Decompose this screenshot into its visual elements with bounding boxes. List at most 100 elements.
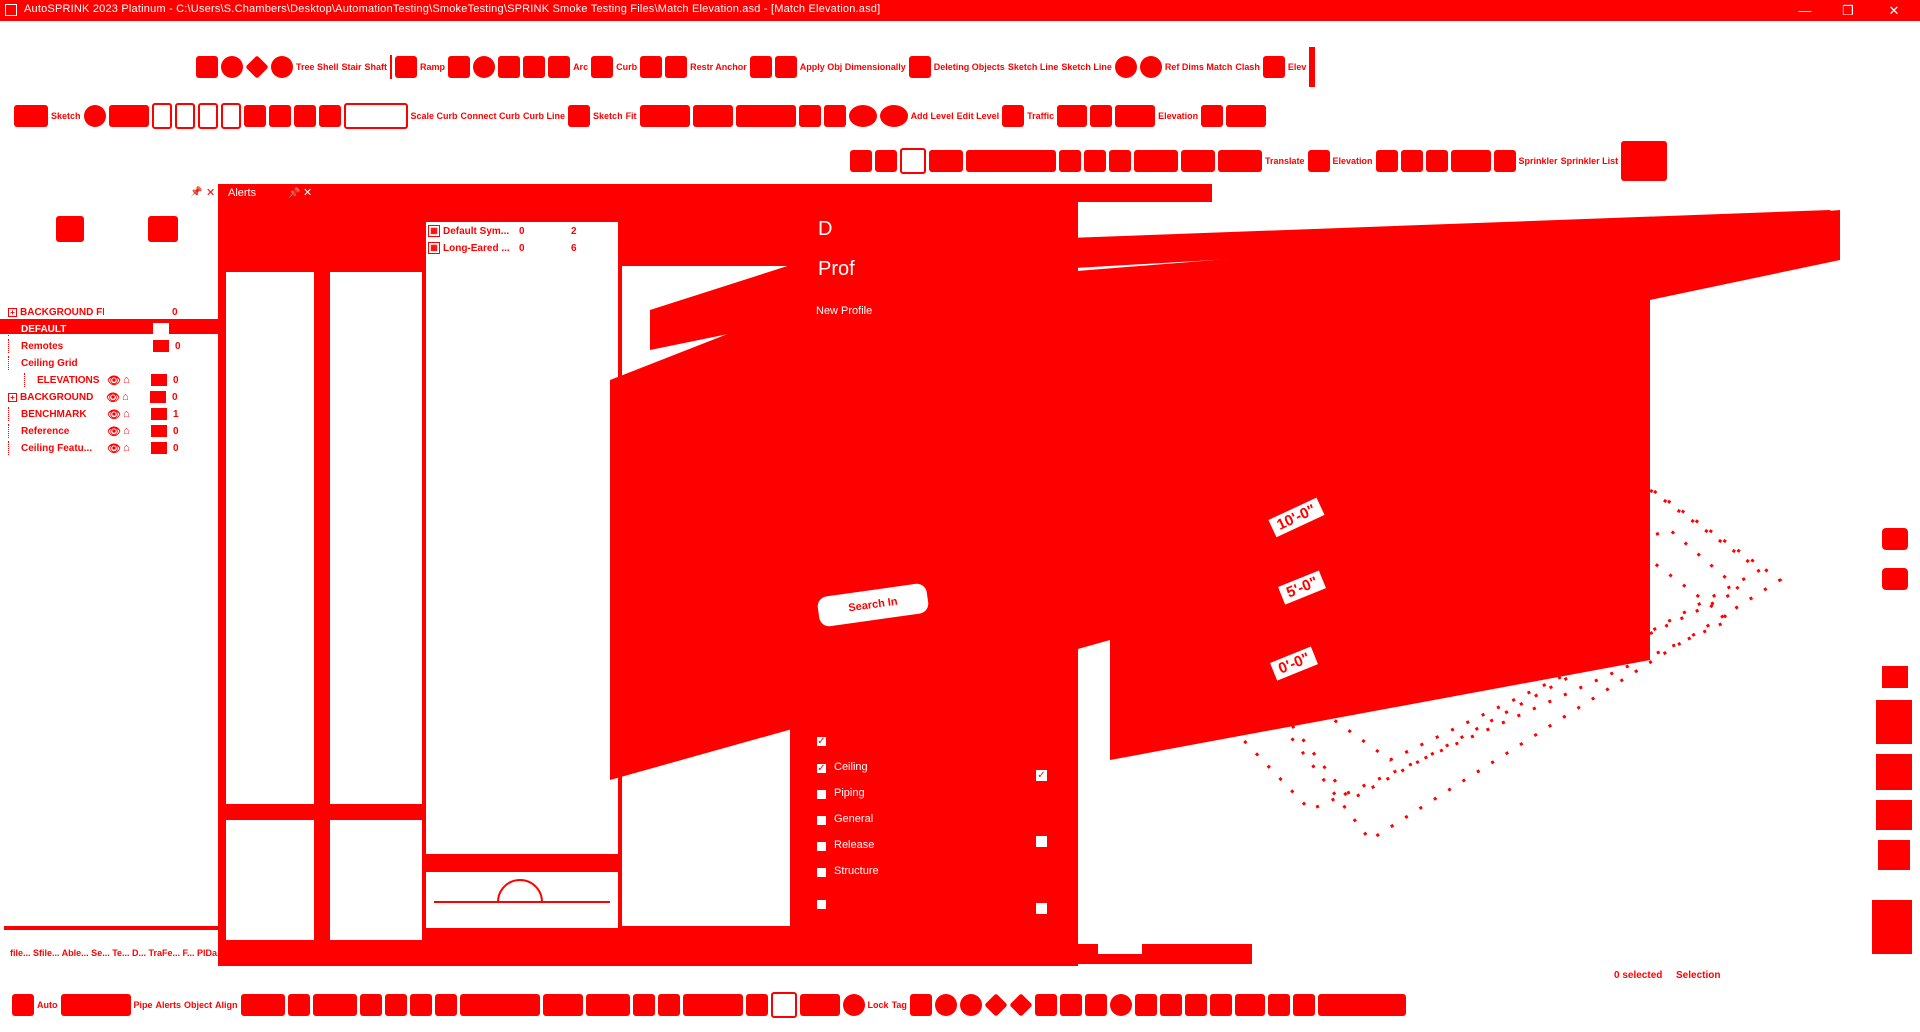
color-swatch[interactable] (151, 408, 167, 420)
tool-label[interactable]: Connect Curb (461, 111, 521, 121)
grid-icon[interactable] (243, 105, 266, 127)
sheet-icon[interactable] (1201, 105, 1224, 127)
color-swatch[interactable] (153, 340, 169, 352)
segment-icon[interactable] (1057, 105, 1088, 127)
document-tabs[interactable]: file... Sfile... Able... Se... Te... D..… (10, 948, 222, 958)
arrow-icon[interactable] (268, 105, 291, 127)
elevation-icon[interactable] (1115, 105, 1156, 127)
sketch-icon[interactable] (14, 105, 48, 127)
color-swatch[interactable] (151, 425, 167, 437)
arc-icon[interactable] (591, 56, 614, 78)
tool-label[interactable]: Curb (616, 62, 637, 72)
expand-icon[interactable]: + (8, 307, 17, 317)
block-icon[interactable] (448, 56, 471, 78)
pipe-run-icon[interactable] (639, 105, 690, 127)
layer-row[interactable]: Remotes 0 (8, 339, 189, 353)
close-icon[interactable]: ✕ (206, 186, 215, 199)
option-checkbox-right[interactable]: ✓ (1036, 770, 1047, 781)
bracket-icon[interactable] (343, 103, 408, 129)
tool-label[interactable]: Sketch Line (1008, 62, 1059, 72)
target-icon[interactable] (934, 994, 957, 1016)
stamp-icon[interactable] (196, 56, 218, 78)
anchor-icon[interactable] (434, 994, 457, 1016)
fitting-icon[interactable] (692, 105, 733, 127)
gear-icon[interactable] (1084, 994, 1107, 1016)
option-checkbox[interactable] (816, 789, 827, 800)
expand-icon[interactable]: + (8, 392, 17, 402)
document-icon[interactable] (12, 994, 34, 1016)
tool-label[interactable]: Add Level (911, 111, 954, 121)
frame-icon[interactable] (220, 103, 241, 129)
anchor-icon[interactable] (640, 56, 663, 78)
stair-icon[interactable] (395, 56, 418, 78)
tool-label[interactable]: Alerts (156, 1000, 182, 1010)
zoom-icon[interactable] (1109, 994, 1132, 1016)
symbol-row[interactable]: ▦ Default Sym... 0 2 (428, 224, 591, 238)
layer-row[interactable]: Ceiling Grid (8, 356, 105, 370)
edit-layer-icon[interactable] (148, 216, 178, 242)
panel-icon[interactable] (1876, 754, 1912, 790)
circle-icon[interactable] (879, 105, 908, 127)
eye-icon[interactable]: 👁 (107, 408, 123, 421)
hammer-icon[interactable] (359, 994, 382, 1016)
window-icon[interactable] (770, 992, 797, 1018)
tool-label[interactable]: Translate (1265, 156, 1305, 166)
hand-icon[interactable] (293, 105, 316, 127)
tool-group-icon[interactable] (966, 150, 1056, 172)
node-icon[interactable] (83, 105, 106, 127)
layer-row[interactable]: Ceiling Featu... 👁 ⌂ 0 (8, 441, 187, 455)
valve-icon[interactable] (568, 105, 591, 127)
property-pane[interactable] (330, 272, 422, 804)
alert-icon[interactable] (1425, 150, 1448, 172)
cube-icon[interactable] (1084, 150, 1106, 172)
cloud-icon[interactable] (1134, 994, 1157, 1016)
document-icon[interactable] (875, 150, 897, 172)
panel-icon[interactable] (1872, 900, 1912, 954)
pipe-icon[interactable] (473, 56, 496, 78)
tool-label[interactable]: Arc (573, 62, 588, 72)
option-checkbox[interactable] (816, 899, 827, 910)
tool-label[interactable]: Shaft (365, 62, 388, 72)
block-icon[interactable] (459, 994, 540, 1016)
alerts-close-icon[interactable]: ✕ (303, 186, 312, 199)
screen-icon[interactable] (929, 150, 963, 172)
diamond-icon[interactable] (1009, 993, 1033, 1017)
tool-label[interactable]: Elevation (1333, 156, 1373, 166)
eye-icon[interactable]: 👁 (107, 425, 123, 438)
cloud-icon[interactable] (1159, 994, 1182, 1016)
bar-icon[interactable] (1400, 150, 1423, 172)
layer-row[interactable]: BENCHMARK 👁 ⌂ 1 (8, 407, 187, 421)
gear-icon[interactable] (1882, 666, 1908, 688)
option-checkbox[interactable] (816, 841, 827, 852)
alerts-list-pane[interactable] (226, 272, 314, 804)
eye-icon[interactable]: 👁 (107, 442, 123, 455)
tag-icon[interactable] (1882, 568, 1908, 590)
color-swatch[interactable] (153, 323, 169, 335)
tool-label[interactable]: Elev (1288, 62, 1307, 72)
layer-row[interactable]: DEFAULT (8, 322, 169, 336)
minus-icon[interactable] (1181, 150, 1215, 172)
panel-icon[interactable] (1876, 800, 1912, 830)
printer-icon[interactable] (850, 150, 872, 172)
check-icon[interactable] (657, 994, 680, 1016)
pencil-icon[interactable] (548, 56, 571, 78)
tool-label[interactable]: Sketch (593, 111, 623, 121)
tool-label[interactable]: Fit (626, 111, 637, 121)
block-icon[interactable] (312, 994, 357, 1016)
window-icon[interactable] (900, 148, 926, 174)
tool-label[interactable]: Align (215, 1000, 238, 1010)
table-icon[interactable] (908, 56, 931, 78)
arrow-icon[interactable] (1307, 150, 1330, 172)
ring-icon[interactable] (1139, 56, 1162, 78)
tool-label[interactable]: Sketch Line (1061, 62, 1112, 72)
layer-row[interactable]: Reference 👁 ⌂ 0 (8, 424, 187, 438)
block-icon[interactable] (1621, 141, 1668, 181)
tool-label[interactable]: Traffic (1027, 111, 1054, 121)
diamond-icon[interactable] (245, 55, 269, 79)
camera-icon[interactable] (1292, 994, 1315, 1016)
bar-icon[interactable] (682, 994, 743, 1016)
tool-label[interactable]: Edit Level (957, 111, 1000, 121)
riser-icon[interactable] (735, 105, 796, 127)
diamond-icon[interactable] (984, 993, 1008, 1017)
pipe-icon[interactable] (542, 994, 583, 1016)
